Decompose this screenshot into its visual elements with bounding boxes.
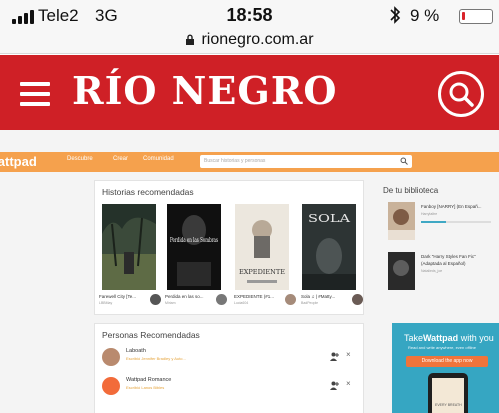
recommended-stories-title: Historias recomendadas: [102, 187, 194, 197]
avatar: [102, 348, 120, 366]
author-avatar: [352, 294, 363, 305]
story-title: Perdida en las so...: [165, 294, 204, 299]
book-cover: EXPEDIENTE: [235, 204, 289, 290]
story-author: LBBMay: [99, 301, 113, 305]
book-cover: [102, 204, 156, 290]
person-note: Escribió Jennifer Bradley y Auto...: [126, 356, 186, 361]
status-bar: Tele2 3G 18:58 9 %: [0, 0, 499, 30]
site-header: RÍO NEGRO: [0, 55, 499, 130]
library-item: Fanboy [NARRY] (En Españ... Harrylaltre: [383, 200, 499, 244]
dismiss-icon: ×: [346, 379, 351, 388]
hamburger-icon[interactable]: [20, 82, 50, 106]
story-title: Farewell City [Te...: [99, 294, 137, 299]
address-bar[interactable]: rionegro.com.ar: [0, 30, 499, 54]
library-title: De tu biblioteca: [383, 186, 439, 195]
library-item: Dark "Harry Styles Fan Fic" (Adaptada al…: [383, 250, 499, 294]
person-name: Wattpad Romance: [126, 377, 172, 383]
library-item-author: Natalieds_joe: [421, 269, 443, 273]
author-avatar: [216, 294, 227, 305]
person-name: Laboath: [126, 348, 146, 354]
story-card: EXPEDIENTE (#1... Lucia604: [234, 294, 296, 310]
ad-subtitle: Read and write anywhere, even offline: [408, 345, 476, 350]
library-cover: [388, 252, 415, 290]
story-author: BadPeople: [301, 301, 319, 305]
person-note: Escribió Lanos Bibles: [126, 385, 165, 390]
book-cover-title: Perdida en las Sombras: [170, 237, 218, 244]
battery-icon: [459, 9, 493, 24]
library-cover: [388, 202, 415, 240]
wattpad-search-placeholder: Buscar historias y personas: [204, 158, 266, 164]
add-user-icon: [330, 381, 339, 390]
ad-title: TakeWattpad with you: [404, 333, 494, 343]
wattpad-navbar: Wattpad Descubre Crear Comunidad Buscar …: [0, 152, 499, 172]
story-author: Miriam: [165, 301, 176, 305]
author-avatar: [150, 294, 161, 305]
battery-percent: 9 %: [410, 6, 440, 25]
screen: Tele2 3G 18:58 9 % rionegro.com.ar RÍO N…: [0, 0, 499, 413]
person-row: Wattpad Romance Escribió Lanos Bibles ×: [96, 373, 361, 399]
library-item-title: Fanboy [NARRY] (En Españ...: [421, 204, 482, 209]
add-user-icon: [330, 352, 339, 361]
magnifier-icon: [400, 157, 408, 165]
nav-comunidad: Comunidad: [143, 156, 174, 162]
book-cover-title: EXPEDIENTE: [239, 269, 285, 276]
phone-illustration: EVERY BREATH: [428, 373, 468, 413]
story-card: Sola ♫ | #Matty... BadPeople: [301, 294, 363, 310]
nav-crear: Crear: [113, 156, 129, 162]
wattpad-logo: Wattpad: [0, 154, 37, 169]
book-cover-title: SOLA: [308, 212, 351, 225]
bluetooth-icon: [389, 5, 401, 30]
story-title: EXPEDIENTE (#1...: [234, 294, 275, 299]
author-avatar: [285, 294, 296, 305]
book-cover: Perdida en las Sombras: [167, 204, 221, 290]
wattpad-search: Buscar historias y personas: [200, 155, 412, 168]
story-card: Perdida en las so... Miriam: [165, 294, 227, 310]
story-author: Lucia604: [234, 301, 249, 305]
download-app-button: Download the app now: [406, 356, 488, 367]
story-title: Sola ♫ | #Matty...: [301, 294, 336, 299]
article-photo: Wattpad Descubre Crear Comunidad Buscar …: [0, 130, 499, 413]
avatar: [102, 377, 120, 395]
lock-icon: [186, 34, 195, 45]
book-cover: SOLA: [302, 204, 356, 290]
download-app-ad: TakeWattpad with you Read and write anyw…: [392, 323, 499, 413]
url-text: rionegro.com.ar: [201, 31, 314, 48]
ad-book-text: EVERY BREATH: [435, 403, 462, 407]
recommended-people-title: Personas Recomendadas: [102, 330, 200, 340]
site-logo[interactable]: RÍO NEGRO: [72, 68, 338, 113]
dismiss-icon: ×: [346, 350, 351, 359]
nav-descubre: Descubre: [67, 156, 93, 162]
person-row: Laboath Escribió Jennifer Bradley y Auto…: [96, 344, 361, 370]
search-icon[interactable]: [438, 71, 484, 117]
reading-progress: [421, 221, 491, 223]
library-item-author: Harrylaltre: [421, 212, 438, 216]
reading-progress-fill: [421, 221, 446, 223]
library-item-title: Dark "Harry Styles Fan Fic": [421, 254, 476, 259]
library-item-subtitle: (Adaptada al Español): [421, 261, 466, 266]
story-card: Farewell City [Te... LBBMay: [99, 294, 161, 310]
